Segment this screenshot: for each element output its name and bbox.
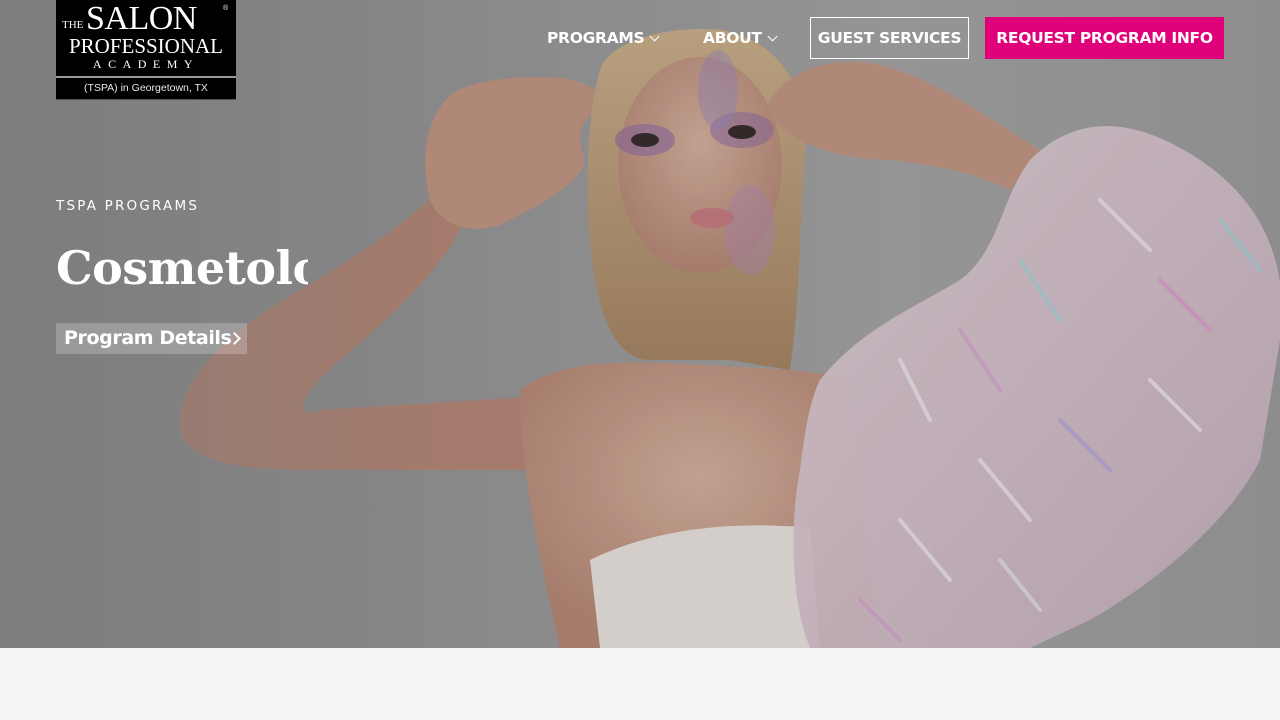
request-program-info-button[interactable]: REQUEST PROGRAM INFO xyxy=(985,17,1224,59)
logo-location: (TSPA) in Georgetown, TX xyxy=(84,82,208,94)
chevron-down-icon xyxy=(649,31,660,42)
nav-programs-label: PROGRAMS xyxy=(547,29,645,47)
hero-headline: Cosmetolo xyxy=(56,241,308,295)
logo-professional: PROFESSIONAL xyxy=(68,34,224,58)
logo-academy: ACADEMY xyxy=(92,57,200,71)
site-logo[interactable]: THE SALON ® PROFESSIONAL ACADEMY (TSPA) … xyxy=(56,0,236,100)
nav-programs[interactable]: PROGRAMS xyxy=(547,27,660,49)
nav-about[interactable]: ABOUT xyxy=(703,27,778,49)
logo-salon: SALON xyxy=(86,0,197,37)
program-details-label: Program Details xyxy=(64,327,232,349)
nav-about-label: ABOUT xyxy=(703,29,762,47)
logo-divider xyxy=(56,76,236,78)
chevron-down-icon xyxy=(767,31,778,42)
program-details-button[interactable]: Program Details xyxy=(56,323,247,354)
logo-the: THE xyxy=(62,19,84,31)
hero-eyebrow: TSPA PROGRAMS xyxy=(56,198,200,214)
hero-headline-container: Cosmetolo xyxy=(56,238,308,298)
logo-registered: ® xyxy=(223,5,229,12)
guest-services-button[interactable]: GUEST SERVICES xyxy=(810,17,969,59)
